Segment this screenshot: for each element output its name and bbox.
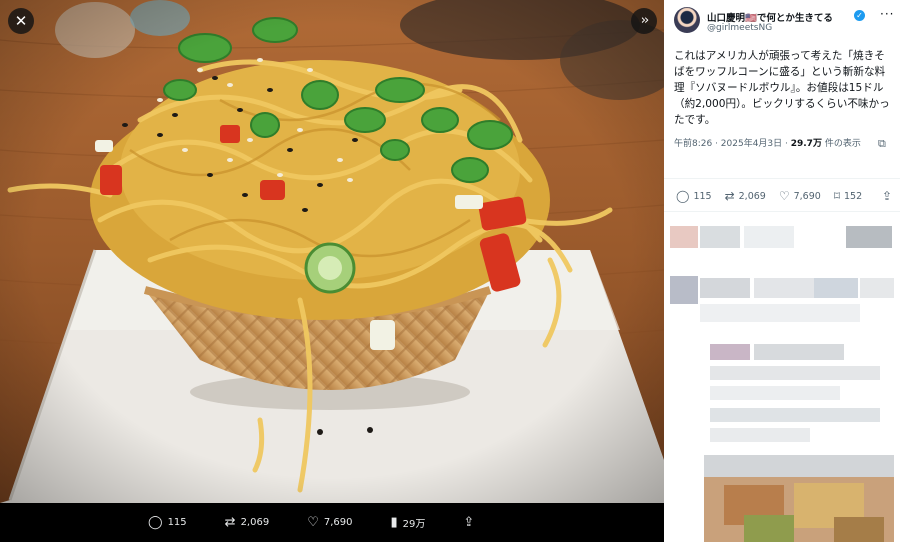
blurred-reply-1 (664, 212, 900, 262)
more-options-icon[interactable]: ··· (880, 7, 894, 21)
reply-icon: ◯ (676, 189, 690, 203)
tweet-timestamp[interactable]: 午前8:26 · 2025年4月3日 · (674, 139, 791, 149)
media-share-button[interactable]: ⇪ (463, 515, 479, 530)
retweet-icon: ⇄ (724, 189, 735, 203)
media-reply-button[interactable]: ◯ 115 (148, 515, 187, 530)
bookmark-icon: ⌑ (833, 189, 840, 203)
media-views-button[interactable]: ▮ 29万 (391, 515, 426, 530)
analytics-icon[interactable]: ⧉ (878, 137, 886, 151)
verified-badge-icon: ✓ (854, 10, 865, 21)
retweet-icon: ⇄ (224, 515, 236, 530)
like-count: 7,690 (793, 190, 821, 202)
reply-count: 115 (693, 190, 712, 202)
reply-icon: ◯ (148, 515, 163, 530)
views-icon: ▮ (390, 515, 398, 530)
tweet-photo[interactable] (0, 0, 664, 503)
avatar[interactable] (674, 7, 700, 33)
media-action-bar: ◯ 115 ⇄ 2,069 ♡ 7,690 ▮ 29万 ⇪ (0, 503, 664, 542)
retweet-button[interactable]: ⇄ 2,069 (725, 189, 766, 203)
close-button[interactable]: ✕ (8, 8, 34, 34)
like-button[interactable]: ♡ 7,690 (779, 189, 821, 203)
blurred-reply-image (704, 455, 894, 542)
blurred-reply-2 (664, 270, 900, 330)
user-handle[interactable]: @girlmeetsNG (707, 23, 772, 33)
bookmark-count: 152 (843, 190, 863, 202)
display-name[interactable]: 山口慶明🇺🇸で何とか生きてる (707, 10, 833, 24)
bookmark-button[interactable]: ⌑ 152 (834, 189, 862, 203)
blurred-reply-3 (664, 338, 900, 448)
heart-icon: ♡ (307, 515, 319, 530)
media-viewer: ✕ ›› ◯ 115 ⇄ 2,069 ♡ 7,690 ▮ 29万 ⇪ (0, 0, 664, 542)
media-retweet-count: 2,069 (240, 517, 270, 528)
media-like-count: 7,690 (323, 517, 353, 528)
photo-yakisoba-waffle-cone (0, 0, 664, 503)
share-icon: ⇪ (463, 515, 475, 530)
media-reply-count: 115 (167, 517, 187, 528)
tweet-text: これはアメリカ人が頑張って考えた「焼きそばをワッフルコーンに盛る」という斬新な料… (674, 50, 890, 126)
tweet-action-bar: ◯ 115 ⇄ 2,069 ♡ 7,690 ⌑ 152 ⇪ (676, 187, 896, 205)
tweet-panel: 山口慶明🇺🇸で何とか生きてる ✓ @girlmeetsNG ··· これはアメリ… (664, 0, 900, 542)
tweet-view-count: 29.7万 (790, 139, 822, 149)
divider (664, 178, 900, 179)
tweet-view-label: 件の表示 (821, 139, 861, 149)
reply-button[interactable]: ◯ 115 (676, 189, 712, 203)
share-icon[interactable]: ⇪ (882, 189, 892, 203)
media-retweet-button[interactable]: ⇄ 2,069 (225, 515, 270, 530)
heart-icon: ♡ (778, 189, 790, 203)
tweet-header: 山口慶明🇺🇸で何とか生きてる ✓ @girlmeetsNG ··· (674, 7, 894, 41)
media-views-count: 29万 (402, 519, 426, 530)
close-icon: ✕ (14, 12, 28, 30)
chevrons-right-icon: ›› (640, 13, 650, 28)
tweet-meta: 午前8:26 · 2025年4月3日 · 29.7万 件の表示 (674, 137, 892, 152)
retweet-count: 2,069 (738, 190, 766, 202)
media-like-button[interactable]: ♡ 7,690 (307, 515, 352, 530)
expand-panel-button[interactable]: ›› (631, 8, 657, 34)
